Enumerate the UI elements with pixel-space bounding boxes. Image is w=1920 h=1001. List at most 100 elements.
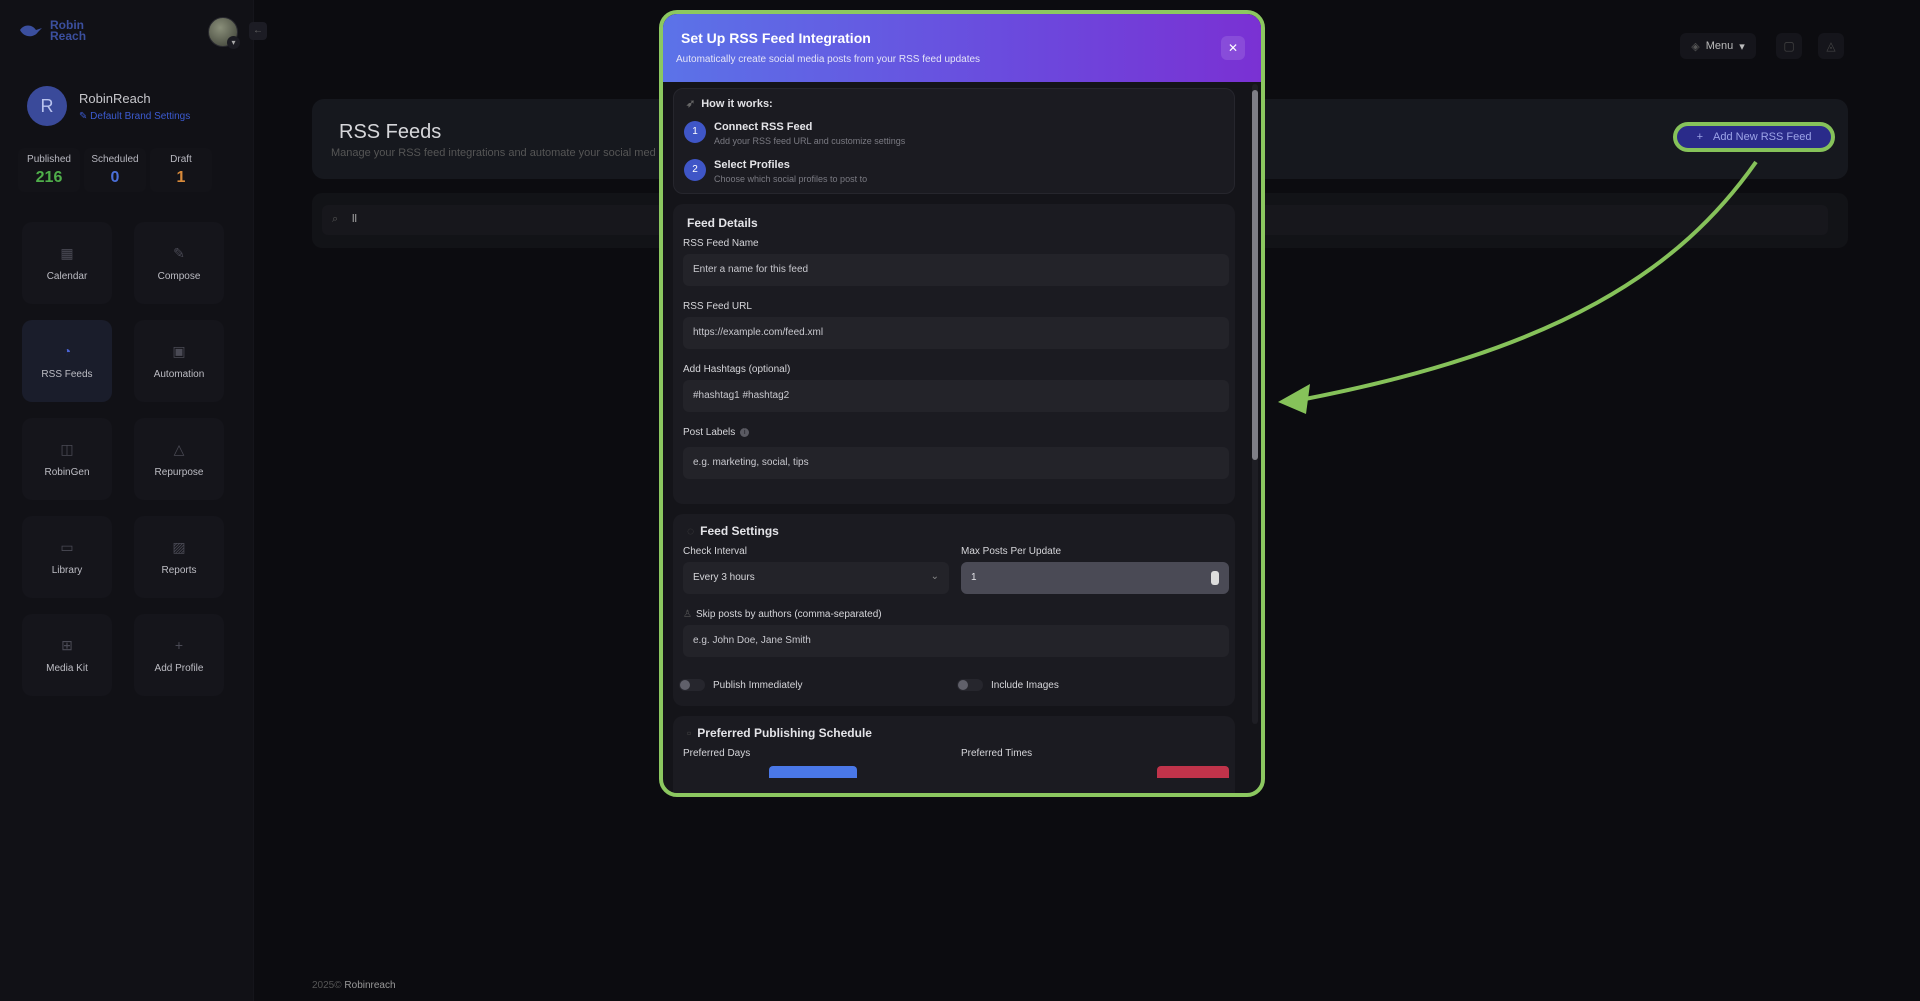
inbox-icon[interactable]: ▢	[1776, 33, 1802, 59]
sidebar-item-robingen[interactable]: ◫ RobinGen	[22, 418, 112, 500]
logo[interactable]: Robin Reach	[18, 19, 86, 42]
post-labels-label: Post Labels i	[683, 427, 750, 438]
sidebar-item-label: Compose	[157, 270, 201, 282]
hashtags-input[interactable]: #hashtag1 #hashtag2	[683, 380, 1229, 412]
feed-details-section: Feed Details RSS Feed Name Enter a name …	[673, 204, 1235, 504]
robingen-icon: ◫	[60, 440, 74, 457]
send-icon: ➶	[686, 98, 696, 110]
remove-time-button[interactable]	[1157, 766, 1229, 778]
feed-url-input[interactable]: https://example.com/feed.xml	[683, 317, 1229, 349]
stepper-icon[interactable]	[1211, 571, 1219, 585]
user-avatar[interactable]: ▾	[208, 17, 240, 49]
preferred-times-label: Preferred Times	[961, 748, 1033, 759]
sidebar-item-compose[interactable]: ✎ Compose	[134, 222, 224, 304]
schedule-title: ▫ Preferred Publishing Schedule	[687, 726, 872, 740]
stat-value: 0	[110, 169, 120, 186]
sidebar-item-calendar[interactable]: ▦ Calendar	[22, 222, 112, 304]
stat-label: Draft	[170, 154, 192, 165]
add-feed-label: Add New RSS Feed	[1713, 131, 1812, 143]
sidebar-item-label: Add Profile	[154, 662, 204, 674]
chevron-down-icon: ▾	[227, 36, 240, 49]
grid-icon: ⊞	[61, 636, 73, 653]
feed-name-label: RSS Feed Name	[683, 238, 759, 249]
publish-immediately-label: Publish Immediately	[713, 679, 803, 691]
stat-value: 216	[35, 169, 63, 186]
sidebar-item-automation[interactable]: ▣ Automation	[134, 320, 224, 402]
sidebar-item-media-kit[interactable]: ⊞ Media Kit	[22, 614, 112, 696]
menu-button[interactable]: ◈ Menu ▾	[1680, 33, 1756, 59]
brand-settings-link[interactable]: ✎ Default Brand Settings	[79, 111, 190, 122]
folder-icon: ▭	[60, 538, 74, 555]
sidebar: Robin Reach ▾ ← R RobinReach ✎ Default B…	[0, 0, 267, 1001]
step-item: 1 Connect RSS Feed Add your RSS feed URL…	[684, 121, 905, 146]
feed-url-label: RSS Feed URL	[683, 301, 752, 312]
chevron-down-icon: ⌄	[930, 571, 939, 582]
calendar-icon: ▫	[687, 726, 692, 740]
layers-icon: ◈	[1691, 40, 1700, 53]
stat-label: Scheduled	[91, 154, 139, 165]
sidebar-item-library[interactable]: ▭ Library	[22, 516, 112, 598]
toggle-switch[interactable]	[957, 679, 983, 691]
stat-draft: Draft 1	[150, 148, 212, 192]
how-title: How it works:	[701, 98, 773, 110]
feed-settings-section: ◌ Feed Settings Check Interval Every 3 ho…	[673, 514, 1235, 706]
sidebar-item-label: Repurpose	[154, 466, 204, 478]
menu-label: Menu	[1705, 40, 1734, 52]
sidebar-item-reports[interactable]: ▨ Reports	[134, 516, 224, 598]
include-images-toggle[interactable]: Include Images	[957, 679, 1059, 691]
skip-authors-input[interactable]: e.g. John Doe, Jane Smith	[683, 625, 1229, 657]
sidebar-item-label: Calendar	[46, 270, 88, 282]
sidebar-item-label: Reports	[161, 564, 197, 576]
feed-name-input[interactable]: Enter a name for this feed	[683, 254, 1229, 286]
profile-summary: R RobinReach ✎ Default Brand Settings	[27, 86, 190, 126]
sidebar-item-label: Media Kit	[46, 662, 88, 674]
feed-details-title: Feed Details	[687, 216, 758, 230]
scrollbar-thumb[interactable]	[1252, 90, 1258, 460]
footer: 2025© Robinreach	[312, 980, 396, 991]
max-posts-input[interactable]: 1	[961, 562, 1229, 594]
step-desc: Choose which social profiles to post to	[714, 174, 868, 184]
page-title: RSS Feeds	[339, 121, 442, 143]
check-interval-select[interactable]: Every 3 hours ⌄	[683, 562, 949, 594]
profile-avatar[interactable]: R	[27, 86, 67, 126]
chart-icon: ▨	[172, 538, 186, 555]
stat-value: 1	[176, 169, 186, 186]
search-value: ll	[352, 213, 357, 225]
sidebar-item-add-profile[interactable]: + Add Profile	[134, 614, 224, 696]
modal-scrollbar[interactable]	[1252, 84, 1258, 724]
stat-label: Published	[27, 154, 71, 165]
sidebar-item-label: Library	[51, 564, 83, 576]
info-icon[interactable]: i	[740, 427, 750, 437]
publish-immediately-toggle[interactable]: Publish Immediately	[679, 679, 802, 691]
modal-subtitle: Automatically create social media posts …	[676, 54, 981, 65]
modal-header: Set Up RSS Feed Integration Automaticall…	[663, 14, 1261, 82]
close-icon[interactable]: ✕	[1221, 36, 1245, 60]
step-desc: Add your RSS feed URL and customize sett…	[714, 136, 906, 146]
sidebar-item-label: RobinGen	[44, 466, 90, 478]
day-selector-button[interactable]	[769, 766, 857, 778]
collapse-sidebar-button[interactable]: ←	[249, 22, 267, 40]
footer-brand[interactable]: Robinreach	[344, 980, 395, 991]
modal-title: Set Up RSS Feed Integration	[681, 30, 871, 46]
post-labels-input[interactable]: e.g. marketing, social, tips	[683, 447, 1229, 479]
step-title: Connect RSS Feed	[714, 121, 813, 133]
footer-year: 2025©	[312, 980, 342, 991]
recycle-icon: △	[173, 440, 185, 457]
stat-published: Published 216	[18, 148, 80, 192]
sidebar-item-repurpose[interactable]: △ Repurpose	[134, 418, 224, 500]
bird-logo-icon	[20, 25, 42, 37]
page-subtitle: Manage your RSS feed integrations and au…	[331, 147, 656, 159]
app-root: Robin Reach ▾ ← R RobinReach ✎ Default B…	[0, 0, 1920, 1001]
bell-icon[interactable]: ◬	[1818, 33, 1844, 59]
plus-icon: +	[1696, 131, 1703, 143]
stat-scheduled: Scheduled 0	[84, 148, 146, 192]
automation-icon: ▣	[172, 342, 186, 359]
hashtags-label: Add Hashtags (optional)	[683, 364, 791, 375]
sidebar-item-rss-feeds[interactable]: ◔ RSS Feeds	[22, 320, 112, 402]
gear-icon: ◌	[687, 524, 695, 538]
step-item: 2 Select Profiles Choose which social pr…	[684, 159, 867, 184]
toggle-switch[interactable]	[679, 679, 705, 691]
add-new-rss-feed-button[interactable]: + Add New RSS Feed	[1673, 122, 1835, 152]
check-interval-label: Check Interval	[683, 546, 747, 557]
tag-icon: ✎	[173, 244, 185, 261]
